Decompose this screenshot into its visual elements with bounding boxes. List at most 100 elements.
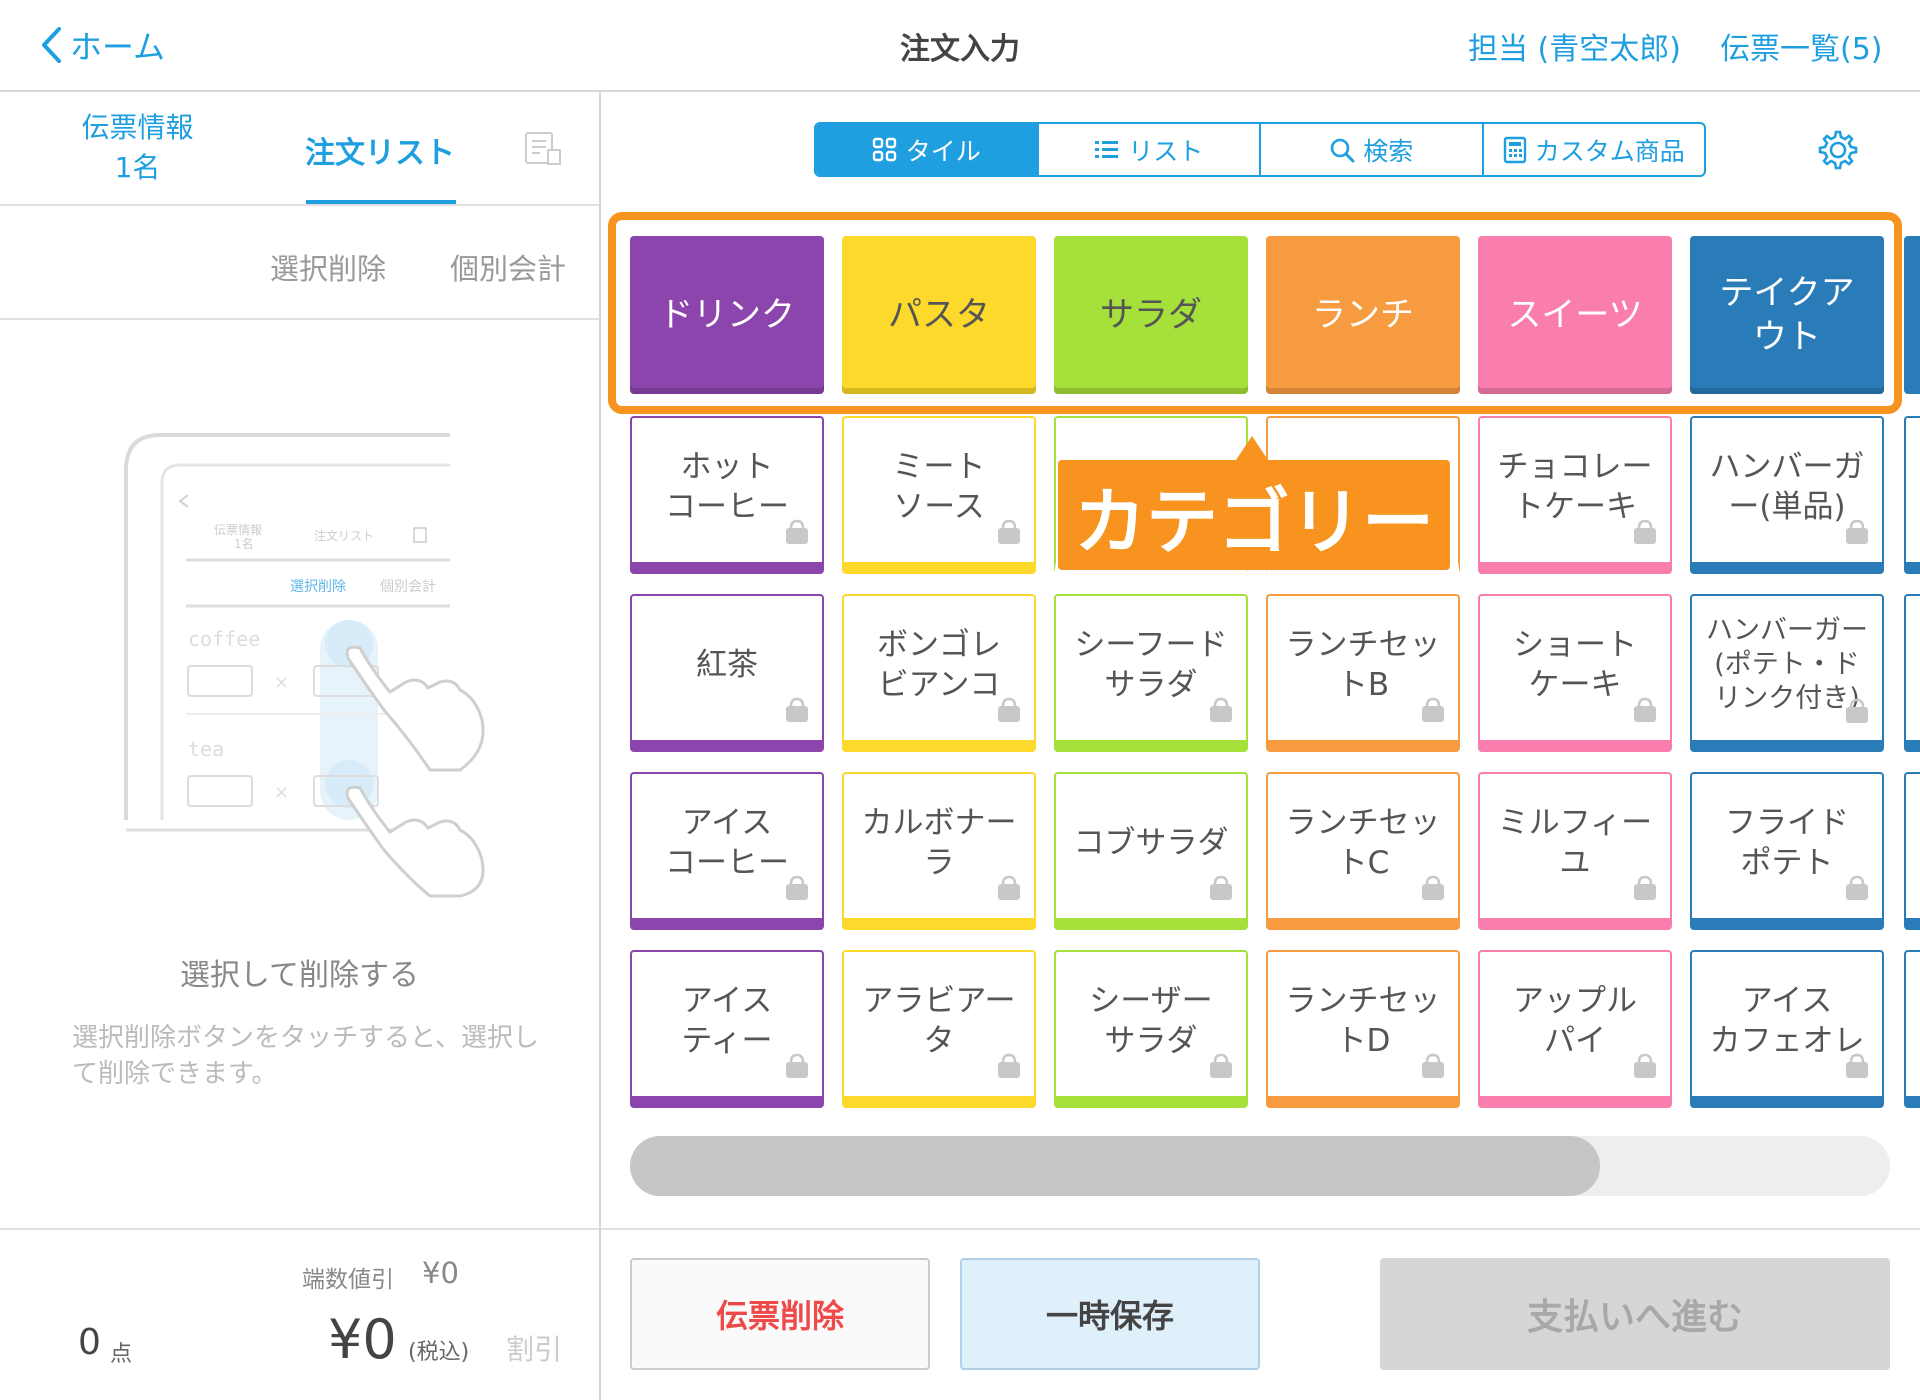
slip-list-button[interactable]: 伝票一覧(5) bbox=[1720, 24, 1883, 68]
bag-icon bbox=[782, 694, 812, 734]
bag-icon bbox=[1842, 1050, 1872, 1090]
divider bbox=[0, 204, 599, 206]
product-tile[interactable]: ホット コーヒー bbox=[630, 416, 824, 574]
total-amount: ¥0 bbox=[328, 1308, 397, 1371]
bag-icon bbox=[1206, 872, 1236, 912]
tab-order-list[interactable]: 注文リスト bbox=[300, 128, 460, 172]
product-tile[interactable]: ハンバーガー (ポテト・ド リンク付き) bbox=[1690, 594, 1884, 752]
product-label: チョコレー トケーキ bbox=[1497, 449, 1653, 525]
product-label: コブサラダ bbox=[1073, 825, 1229, 861]
product-label: シーザー サラダ bbox=[1089, 983, 1213, 1059]
product-tile[interactable]: コブサラダ bbox=[1054, 772, 1248, 930]
illus-times1: × bbox=[274, 672, 289, 693]
delete-slip-button[interactable]: 伝票削除 bbox=[630, 1258, 930, 1370]
product-tile[interactable]: アラビアー タ bbox=[842, 950, 1036, 1108]
bag-icon bbox=[1630, 1050, 1660, 1090]
memo-icon[interactable] bbox=[524, 130, 562, 170]
segment-tile[interactable]: タイル bbox=[816, 124, 1039, 175]
tab-slip-info[interactable]: 伝票情報 1名 bbox=[0, 108, 275, 188]
gear-icon[interactable] bbox=[1816, 128, 1860, 176]
partial-column-edge bbox=[1904, 416, 1920, 574]
partial-column-edge bbox=[1904, 950, 1920, 1108]
product-tile[interactable]: 紅茶 bbox=[630, 594, 824, 752]
item-count-unit: 点 bbox=[110, 1342, 133, 1367]
illus-tab1: 伝票情報 bbox=[214, 523, 262, 537]
product-label: ミルフィー ユ bbox=[1497, 805, 1653, 881]
empty-state-description: 選択削除ボタンをタッチすると、選択して削除できます。 bbox=[72, 1023, 539, 1089]
bag-icon bbox=[1842, 516, 1872, 556]
product-label: ハンバーガ ー(単品) bbox=[1709, 449, 1865, 525]
product-label: アラビアー タ bbox=[862, 983, 1016, 1059]
category-highlight-frame bbox=[608, 212, 1902, 414]
bag-icon bbox=[782, 872, 812, 912]
bag-icon bbox=[782, 516, 812, 556]
product-tile[interactable]: ショート ケーキ bbox=[1478, 594, 1672, 752]
bag-icon bbox=[1206, 694, 1236, 734]
segment-custom-product[interactable]: カスタム商品 bbox=[1484, 124, 1705, 175]
product-tile[interactable]: シーザー サラダ bbox=[1054, 950, 1248, 1108]
product-tile[interactable]: ボンゴレ ビアンコ bbox=[842, 594, 1036, 752]
individual-pay-button[interactable]: 個別会計 bbox=[450, 246, 566, 288]
tab-slip-info-label: 伝票情報 bbox=[81, 111, 194, 144]
illus-btn2: 個別会計 bbox=[380, 579, 436, 595]
product-tile[interactable]: カルボナー ラ bbox=[842, 772, 1036, 930]
select-delete-button[interactable]: 選択削除 bbox=[270, 246, 386, 288]
bag-icon bbox=[1418, 1050, 1448, 1090]
illus-item2: tea bbox=[188, 737, 224, 761]
illus-tab2: 注文リスト bbox=[314, 528, 374, 543]
product-label: アイス コーヒー bbox=[665, 805, 789, 881]
product-label: ショート ケーキ bbox=[1513, 627, 1637, 703]
category-callout: カテゴリー bbox=[1058, 460, 1450, 570]
product-label: アップル パイ bbox=[1513, 983, 1637, 1059]
grid-icon bbox=[872, 137, 896, 161]
proceed-to-payment-button[interactable]: 支払いへ進む bbox=[1380, 1258, 1890, 1370]
product-tile[interactable]: チョコレー トケーキ bbox=[1478, 416, 1672, 574]
view-mode-segmented-control: タイル リスト 検索 カスタム商品 bbox=[814, 122, 1706, 177]
product-label: ホット コーヒー bbox=[665, 449, 789, 525]
product-tile[interactable]: ランチセッ トC bbox=[1266, 772, 1460, 930]
bag-icon bbox=[1842, 872, 1872, 912]
bag-icon bbox=[1842, 697, 1872, 734]
scrollbar-thumb[interactable] bbox=[630, 1136, 1600, 1196]
segment-search[interactable]: 検索 bbox=[1261, 124, 1484, 175]
product-tile[interactable]: ミルフィー ユ bbox=[1478, 772, 1672, 930]
product-tile[interactable]: ランチセッ トD bbox=[1266, 950, 1460, 1108]
partial-column-edge bbox=[1904, 594, 1920, 752]
divider bbox=[0, 318, 599, 320]
chevron-left-icon bbox=[42, 27, 61, 63]
divider bbox=[0, 1228, 599, 1230]
product-tile[interactable]: アイス コーヒー bbox=[630, 772, 824, 930]
product-tile[interactable]: アイス ティー bbox=[630, 950, 824, 1108]
back-button[interactable]: ホーム bbox=[40, 20, 165, 70]
product-label: アイス ティー bbox=[681, 983, 773, 1059]
bag-icon bbox=[1418, 872, 1448, 912]
rounding-discount-value: ¥0 bbox=[422, 1256, 459, 1290]
product-tile[interactable]: アイス カフェオレ bbox=[1690, 950, 1884, 1108]
product-label: アイス カフェオレ bbox=[1709, 983, 1865, 1059]
bag-icon bbox=[994, 1050, 1024, 1090]
hold-button[interactable]: 一時保存 bbox=[960, 1258, 1260, 1370]
back-label: ホーム bbox=[70, 28, 166, 66]
discount-button[interactable]: 割引 bbox=[506, 1328, 562, 1368]
product-label: ボンゴレ ビアンコ bbox=[877, 627, 1001, 703]
product-label: シーフード サラダ bbox=[1074, 627, 1228, 703]
product-tile[interactable]: ミート ソース bbox=[842, 416, 1036, 574]
product-label: 紅茶 bbox=[696, 647, 758, 683]
segment-list[interactable]: リスト bbox=[1039, 124, 1261, 175]
product-label: ランチセッ トB bbox=[1285, 627, 1441, 703]
segment-search-label: 検索 bbox=[1363, 136, 1414, 166]
product-tile[interactable]: ハンバーガ ー(単品) bbox=[1690, 416, 1884, 574]
product-tile[interactable]: アップル パイ bbox=[1478, 950, 1672, 1108]
bag-icon bbox=[994, 694, 1024, 734]
product-tile[interactable]: フライド ポテト bbox=[1690, 772, 1884, 930]
product-label: ランチセッ トC bbox=[1285, 805, 1441, 881]
staff-button[interactable]: 担当 (青空太郎) bbox=[1468, 24, 1681, 68]
product-tile[interactable]: シーフード サラダ bbox=[1054, 594, 1248, 752]
product-tile[interactable]: ランチセッ トB bbox=[1266, 594, 1460, 752]
segment-list-label: リスト bbox=[1128, 136, 1204, 166]
item-count: 0 bbox=[78, 1322, 101, 1363]
illus-tab1-sub: 1名 bbox=[234, 536, 254, 551]
tutorial-illustration: 伝票情報 1名 注文リスト 選択削除 個別会計 coffee × tea × bbox=[124, 433, 485, 898]
empty-state-title: 選択して削除する bbox=[179, 958, 420, 993]
bag-icon bbox=[1630, 694, 1660, 734]
